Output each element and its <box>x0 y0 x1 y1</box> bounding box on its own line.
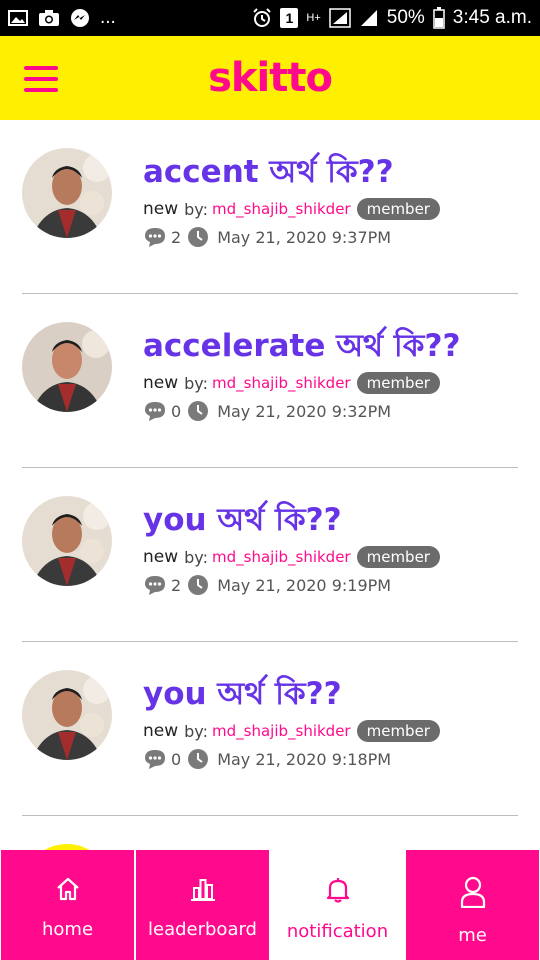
post-card[interactable]: you অর্থ কি?? new by: md_shajib_shikder … <box>22 642 518 816</box>
member-badge: member <box>356 198 440 220</box>
author-link[interactable]: md_shajib_shikder <box>212 548 351 566</box>
member-badge: member <box>356 546 440 568</box>
alarm-icon <box>252 8 272 28</box>
nav-home-label: home <box>41 919 94 940</box>
comment-icon <box>143 226 167 248</box>
post-datetime: May 21, 2020 9:19PM <box>217 575 392 595</box>
post-title-word[interactable]: you <box>143 676 207 712</box>
author-avatar[interactable] <box>22 322 112 412</box>
author-link[interactable]: md_shajib_shikder <box>212 374 351 392</box>
hamburger-menu-icon[interactable] <box>24 66 58 92</box>
post-meta: new by: md_shajib_shikder member <box>143 720 518 742</box>
comment-count: 2 <box>171 575 182 595</box>
comment-icon <box>143 748 167 770</box>
post-stats: 0 May 21, 2020 9:18PM <box>143 748 518 770</box>
clock-icon <box>187 226 209 248</box>
comment-icon <box>143 574 167 596</box>
nav-leaderboard[interactable]: leaderboard <box>136 850 269 960</box>
comment-count: 0 <box>171 401 182 421</box>
sim-icon: 1 <box>280 8 299 28</box>
author-link[interactable]: md_shajib_shikder <box>212 722 351 740</box>
post-card[interactable]: accelerate অর্থ কি?? new by: md_shajib_s… <box>22 294 518 468</box>
status-bar: ... 1 H+ 50% 3:45 a.m. <box>0 0 540 36</box>
post-card[interactable]: you অর্থ কি?? new by: md_shajib_shikder … <box>22 468 518 642</box>
app-header: skitto <box>0 36 540 120</box>
post-title-bn[interactable]: অর্থ কি?? <box>336 328 460 364</box>
signal-strength-icon <box>359 8 379 28</box>
post-title[interactable]: you অর্থ কি?? <box>143 500 518 540</box>
by-label: by: <box>184 547 208 567</box>
clock-icon <box>187 748 209 770</box>
clock: 3:45 a.m. <box>452 7 532 28</box>
post-meta: new by: md_shajib_shikder member <box>143 198 518 220</box>
post-title-word[interactable]: accent <box>143 154 259 190</box>
signal-icon <box>329 8 351 28</box>
post-title-word[interactable]: accelerate <box>143 328 325 364</box>
nav-home[interactable]: home <box>1 850 134 960</box>
author-avatar[interactable] <box>22 496 112 586</box>
post-meta: new by: md_shajib_shikder member <box>143 372 518 394</box>
nav-notification-label: notification <box>286 921 389 942</box>
member-badge: member <box>356 720 440 742</box>
nav-me[interactable]: me <box>406 850 539 960</box>
comment-count: 0 <box>171 749 182 769</box>
comment-count: 2 <box>171 227 182 247</box>
nav-leaderboard-label: leaderboard <box>148 919 257 940</box>
post-title[interactable]: you অর্থ কি?? <box>143 674 518 714</box>
gallery-icon <box>8 9 28 27</box>
post-status: new <box>143 547 179 567</box>
sim-number: 1 <box>285 10 294 26</box>
post-title[interactable]: accelerate অর্থ কি?? <box>143 326 518 366</box>
post-title-word[interactable]: you <box>143 502 207 538</box>
battery-percent: 50% <box>386 7 425 28</box>
by-label: by: <box>184 199 208 219</box>
leaderboard-icon <box>190 876 216 907</box>
post-status: new <box>143 721 179 741</box>
by-label: by: <box>184 373 208 393</box>
author-avatar[interactable] <box>22 670 112 760</box>
post-title-bn[interactable]: অর্থ কি?? <box>217 502 341 538</box>
more-notifications: ... <box>100 7 116 28</box>
clock-icon <box>187 574 209 596</box>
post-datetime: May 21, 2020 9:32PM <box>217 401 392 421</box>
post-meta: new by: md_shajib_shikder member <box>143 546 518 568</box>
bell-icon <box>325 876 351 909</box>
post-status: new <box>143 199 179 219</box>
post-title-bn[interactable]: অর্থ কি?? <box>269 154 393 190</box>
post-datetime: May 21, 2020 9:18PM <box>217 749 392 769</box>
post-card[interactable]: accent অর্থ কি?? new by: md_shajib_shikd… <box>22 120 518 294</box>
nav-me-label: me <box>458 925 487 946</box>
post-stats: 0 May 21, 2020 9:32PM <box>143 400 518 422</box>
network-type: H+ <box>306 12 321 24</box>
post-title[interactable]: accent অর্থ কি?? <box>143 152 518 192</box>
comment-icon <box>143 400 167 422</box>
author-link[interactable]: md_shajib_shikder <box>212 200 351 218</box>
user-icon <box>459 876 487 913</box>
author-avatar[interactable] <box>22 148 112 238</box>
post-title-bn[interactable]: অর্থ কি?? <box>217 676 341 712</box>
member-badge: member <box>356 372 440 394</box>
bottom-navigation: home leaderboard notification me <box>0 850 540 960</box>
clock-icon <box>187 400 209 422</box>
messenger-icon <box>70 8 90 28</box>
post-datetime: May 21, 2020 9:37PM <box>217 227 392 247</box>
post-stats: 2 May 21, 2020 9:19PM <box>143 574 518 596</box>
post-stats: 2 May 21, 2020 9:37PM <box>143 226 518 248</box>
home-icon <box>55 876 81 907</box>
post-feed[interactable]: accent অর্থ কি?? new by: md_shajib_shikd… <box>0 120 540 850</box>
post-status: new <box>143 373 179 393</box>
camera-icon <box>38 9 60 27</box>
app-logo: skitto <box>208 55 333 101</box>
battery-icon <box>433 7 445 29</box>
nav-notification[interactable]: notification <box>271 850 404 960</box>
by-label: by: <box>184 721 208 741</box>
